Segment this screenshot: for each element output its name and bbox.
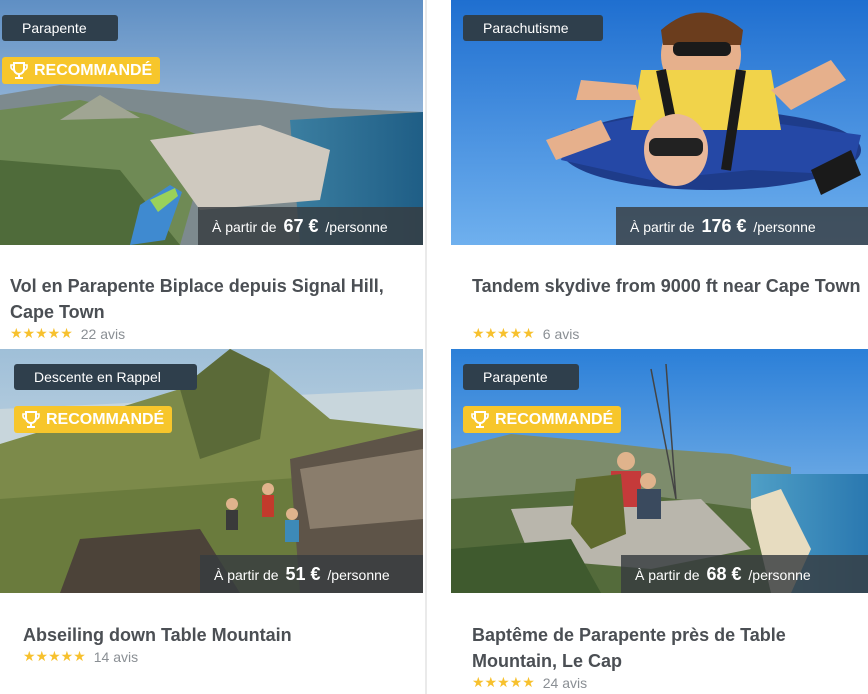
review-count: 22 avis: [80, 325, 126, 342]
price-prefix: À partir de: [630, 219, 695, 235]
recommended-label: RECOMMANDÉ: [46, 411, 165, 428]
price-amount: 68 €: [706, 564, 742, 584]
price-amount: 67 €: [283, 216, 319, 236]
activity-card-4[interactable]: Parapente RECOMMANDÉ À partir de 68 € /p…: [451, 349, 868, 694]
review-count: 24 avis: [542, 674, 588, 691]
rating: ★★★★★ 6 avis: [472, 325, 579, 342]
recommended-badge: RECOMMANDÉ: [14, 406, 173, 433]
price-bar: À partir de 67 € /personne: [198, 207, 423, 245]
price-prefix: À partir de: [214, 567, 279, 583]
star-rating-icon: ★★★★★: [472, 325, 535, 341]
price-bar: À partir de 51 € /personne: [200, 555, 423, 593]
activity-card-1[interactable]: Parapente RECOMMANDÉ À partir de 67 € /p…: [0, 0, 425, 348]
price-bar: À partir de 176 € /personne: [616, 207, 868, 245]
activity-card-3[interactable]: Descente en Rappel RECOMMANDÉ À partir d…: [0, 349, 425, 694]
card-title[interactable]: Abseiling down Table Mountain: [23, 622, 413, 648]
star-rating-icon: ★★★★★: [472, 674, 535, 690]
card-title[interactable]: Baptême de Parapente près de Table Mount…: [472, 622, 862, 674]
rating: ★★★★★ 24 avis: [472, 674, 587, 691]
trophy-icon: [471, 410, 489, 428]
category-badge: Parapente: [2, 15, 118, 41]
price-amount: 51 €: [285, 564, 321, 584]
recommended-label: RECOMMANDÉ: [34, 62, 153, 79]
trophy-icon: [10, 61, 28, 79]
card-title[interactable]: Tandem skydive from 9000 ft near Cape To…: [472, 273, 862, 299]
review-count: 14 avis: [93, 648, 139, 665]
star-rating-icon: ★★★★★: [23, 648, 86, 664]
star-rating-icon: ★★★★★: [10, 325, 73, 341]
price-suffix: /personne: [748, 567, 811, 583]
price-suffix: /personne: [327, 567, 390, 583]
price-suffix: /personne: [325, 219, 388, 235]
category-badge: Descente en Rappel: [14, 364, 197, 390]
trophy-icon: [22, 410, 40, 428]
price-prefix: À partir de: [212, 219, 277, 235]
rating: ★★★★★ 14 avis: [23, 648, 138, 665]
category-badge: Parachutisme: [463, 15, 603, 41]
grid-divider: [425, 0, 427, 694]
price-bar: À partir de 68 € /personne: [621, 555, 868, 593]
review-count: 6 avis: [542, 325, 580, 342]
recommended-label: RECOMMANDÉ: [495, 411, 614, 428]
price-amount: 176 €: [701, 216, 747, 236]
activity-card-2[interactable]: Parachutisme À partir de 176 € /personne…: [451, 0, 868, 348]
recommended-badge: RECOMMANDÉ: [463, 406, 622, 433]
price-prefix: À partir de: [635, 567, 700, 583]
recommended-badge: RECOMMANDÉ: [2, 57, 161, 84]
category-badge: Parapente: [463, 364, 579, 390]
rating: ★★★★★ 22 avis: [10, 325, 125, 342]
card-title[interactable]: Vol en Parapente Biplace depuis Signal H…: [10, 273, 410, 325]
price-suffix: /personne: [753, 219, 816, 235]
